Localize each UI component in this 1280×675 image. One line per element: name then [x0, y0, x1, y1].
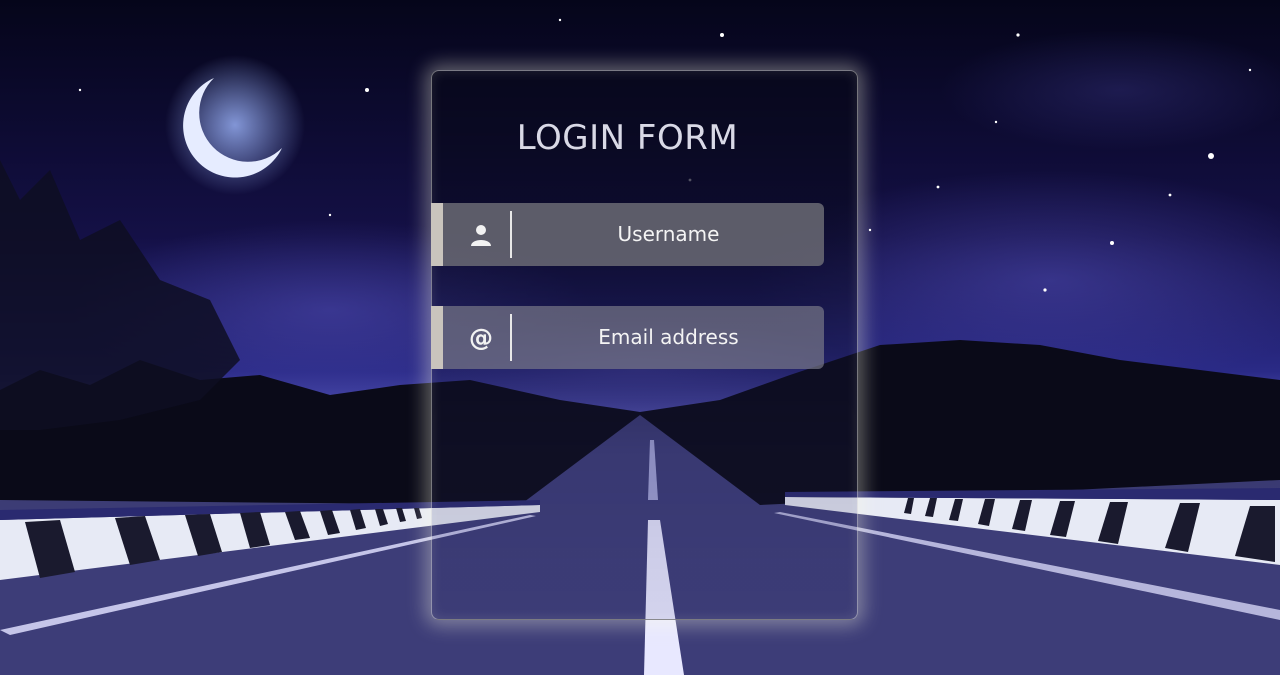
field-divider: [510, 314, 512, 361]
field-divider: [510, 211, 512, 258]
username-input[interactable]: Username: [513, 203, 824, 266]
form-title: LOGIN FORM: [516, 118, 739, 158]
user-icon: [465, 203, 497, 266]
email-input[interactable]: Email address: [513, 306, 824, 369]
at-icon: @: [469, 323, 493, 352]
username-field[interactable]: Username: [431, 203, 824, 266]
email-field[interactable]: @ Email address: [431, 306, 824, 369]
